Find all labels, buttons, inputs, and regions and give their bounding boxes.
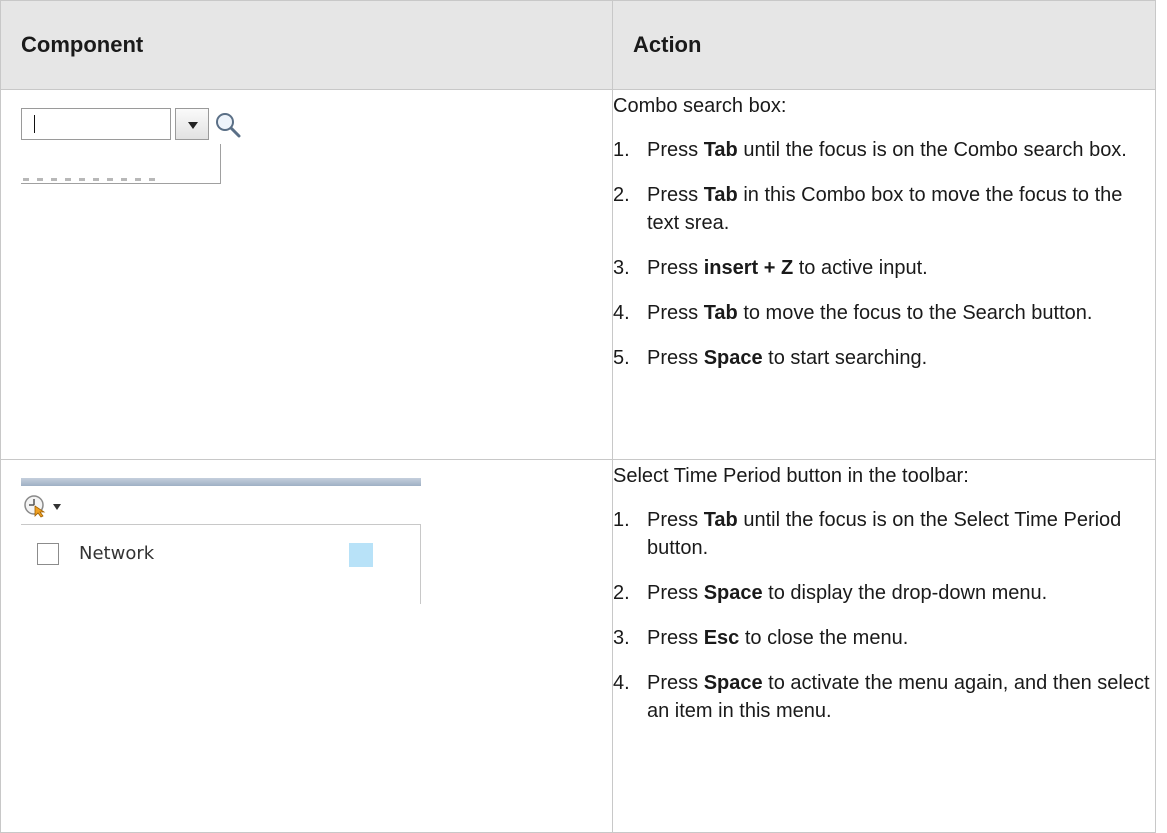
time-period-widget: Network [21,478,421,618]
checkbox-label: Network [79,543,155,564]
combo-text-input[interactable] [21,108,171,140]
clock-cursor-icon [24,495,46,518]
step-list: 1. Press Tab until the focus is on the Se… [613,506,1155,725]
header-component: Component [0,0,613,90]
chevron-down-icon [53,504,61,510]
network-checkbox[interactable] [37,543,59,565]
magnifier-icon[interactable] [213,110,243,140]
action-intro: Combo search box: [613,95,787,117]
list-item: 2. Press Space to display the drop-down m… [613,582,1048,604]
action-cell: Select Time Period button in the toolbar… [612,459,1156,833]
component-cell: Network [0,459,613,833]
text-caret [34,115,35,133]
list-item: 4. Press Tab to move the focus to the Sea… [613,302,1093,324]
component-cell [0,89,613,460]
list-item: 1. Press Tab until the focus is on the Co… [613,139,1127,161]
list-item: 3. Press Esc to close the menu. [613,627,909,649]
table-row: Combo search box: 1. Press Tab until the … [0,89,1156,460]
keyboard-actions-table: Component Action Combo search box: 1. Pr… [0,0,1156,833]
list-item: 5. Press Space to start searching. [613,347,928,369]
table-row: Network Select Time Period button in the… [0,459,1156,833]
list-item: 2. Press Tab in this Combo box to move th… [613,184,1123,234]
toolbar-strip [21,478,421,486]
step-list: 1. Press Tab until the focus is on the Co… [613,136,1155,372]
list-item: 1. Press Tab until the focus is on the Se… [613,509,1122,559]
select-time-period-button[interactable] [23,494,65,518]
list-item: 3. Press insert + Z to active input. [613,257,928,279]
list-item: 4. Press Space to activate the menu again… [613,672,1150,722]
color-swatch [349,543,373,567]
action-intro: Select Time Period button in the toolbar… [613,465,969,487]
header-action: Action [612,0,1156,90]
combo-dropdown-list [21,144,221,184]
header-row: Component Action [0,0,1156,90]
dropdown-arrow-icon[interactable] [175,108,209,140]
action-cell: Combo search box: 1. Press Tab until the … [612,89,1156,460]
time-period-panel: Network [21,524,421,604]
